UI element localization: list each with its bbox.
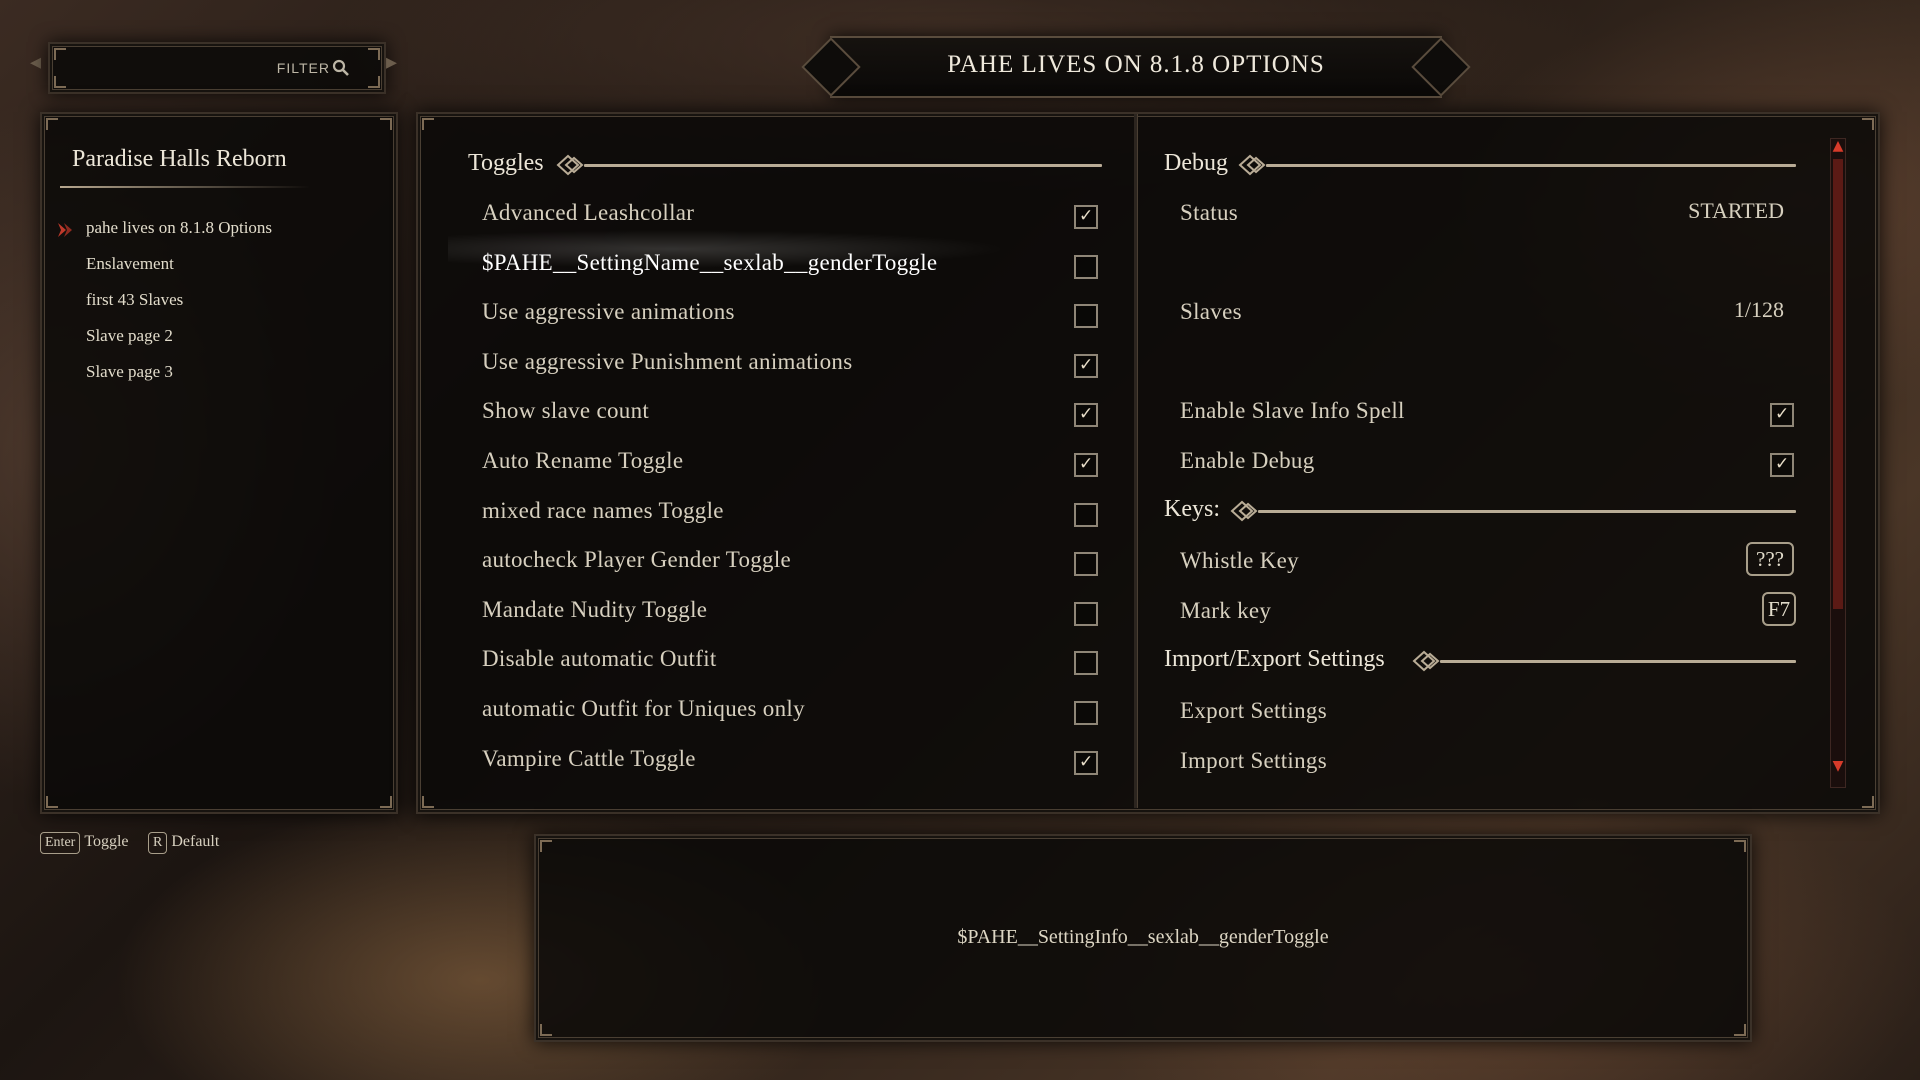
selected-arrow-icon	[58, 223, 72, 237]
toggle-option-label[interactable]: Show slave count	[482, 398, 649, 424]
page-item-slave-page-2[interactable]: Slave page 2	[86, 326, 173, 346]
toggle-option-checkbox[interactable]	[1074, 601, 1098, 626]
mod-list-panel: Paradise Halls Reborn pahe lives on 8.1.…	[40, 112, 398, 814]
toggle-option-label[interactable]: Advanced Leashcollar	[482, 200, 694, 226]
checkmark-icon: ✓	[1079, 454, 1094, 474]
keys-header: Keys:	[1164, 496, 1220, 522]
status-value: STARTED	[1688, 198, 1784, 223]
header-ornament-icon	[1412, 650, 1440, 672]
enable-slave-info-spell-label[interactable]: Enable Slave Info Spell	[1180, 398, 1405, 424]
header-ornament-icon	[556, 154, 584, 176]
page-item-options[interactable]: pahe lives on 8.1.8 Options	[86, 218, 272, 238]
keys-header-line	[1258, 510, 1796, 513]
status-label: Status	[1180, 200, 1239, 225]
toggle-option-label[interactable]: Use aggressive Punishment animations	[482, 349, 852, 375]
header-ornament-icon	[1238, 154, 1266, 176]
import-settings-button[interactable]: Import Settings	[1180, 748, 1327, 774]
toggle-option-checkbox[interactable]: ✓	[1074, 353, 1098, 378]
toggle-option-label[interactable]: Auto Rename Toggle	[482, 448, 683, 474]
page-title: PAHE LIVES ON 8.1.8 OPTIONS	[947, 51, 1325, 78]
mark-key-label[interactable]: Mark key	[1180, 598, 1271, 624]
toggles-header: Toggles	[468, 150, 544, 176]
enable-slave-info-spell-checkbox[interactable]: ✓	[1770, 403, 1794, 427]
checkmark-icon: ✓	[1079, 404, 1094, 425]
toggle-option-label[interactable]: Vampire Cattle Toggle	[482, 746, 696, 772]
info-panel: $PAHE__SettingInfo__sexlab__genderToggle	[534, 834, 1752, 1042]
debug-header-line	[1266, 164, 1796, 167]
toggle-option-label[interactable]: $PAHE__SettingName__sexlab__genderToggle	[482, 250, 937, 276]
mark-key-button[interactable]: F7	[1762, 592, 1796, 626]
toggle-option-label[interactable]: Mandate Nudity Toggle	[482, 597, 707, 623]
scroll-up-arrow-icon[interactable]: ▲	[1828, 138, 1848, 158]
toggle-option-checkbox[interactable]: ✓	[1074, 453, 1098, 477]
filter-label[interactable]: FILTER	[277, 60, 330, 76]
slaves-label: Slaves	[1180, 299, 1242, 324]
checkmark-icon: ✓	[1079, 751, 1094, 772]
hint-r-default: R Default	[148, 832, 219, 854]
whistle-key-button[interactable]: ???	[1746, 542, 1794, 576]
mod-name[interactable]: Paradise Halls Reborn	[72, 146, 287, 173]
filter-left-arrow: ◂	[30, 50, 42, 75]
enable-debug-label[interactable]: Enable Debug	[1180, 448, 1315, 474]
toggle-option-checkbox[interactable]	[1074, 502, 1098, 527]
toggle-option-checkbox[interactable]: ✓	[1074, 205, 1098, 229]
page-item-enslavement[interactable]: Enslavement	[86, 254, 174, 274]
options-panel: Toggles Advanced Leashcollar ✓ $PAHE__Sett…	[416, 112, 1880, 814]
export-settings-button[interactable]: Export Settings	[1180, 698, 1327, 724]
header-ornament-icon	[1230, 500, 1258, 522]
page-item-first-slaves[interactable]: first 43 Slaves	[86, 290, 183, 310]
toggle-option-checkbox[interactable]	[1074, 552, 1098, 577]
enable-debug-checkbox[interactable]: ✓	[1770, 453, 1794, 477]
scrollbar-thumb[interactable]	[1833, 159, 1843, 609]
checkmark-icon: ✓	[1775, 404, 1790, 424]
filter-right-arrow: ▸	[386, 50, 398, 75]
toggle-option-checkbox[interactable]	[1074, 651, 1098, 676]
column-divider	[1134, 114, 1137, 808]
enter-key-icon: Enter	[40, 832, 81, 854]
filter-bar[interactable]: FILTER	[48, 42, 386, 94]
info-text: $PAHE__SettingInfo__sexlab__genderToggle	[957, 926, 1329, 948]
toggle-option-label[interactable]: autocheck Player Gender Toggle	[482, 547, 791, 573]
scrollbar[interactable]	[1830, 138, 1846, 788]
toggle-option-label[interactable]: mixed race names Toggle	[482, 498, 724, 524]
hint-enter-toggle: Enter Toggle	[40, 832, 129, 854]
toggle-option-checkbox[interactable]	[1074, 254, 1098, 279]
r-key-icon: R	[148, 832, 168, 854]
import-export-header: Import/Export Settings	[1164, 646, 1385, 672]
checkmark-icon: ✓	[1079, 354, 1094, 375]
toggles-header-line	[584, 164, 1102, 167]
scroll-down-arrow-icon[interactable]: ▼	[1828, 758, 1848, 778]
title-banner: PAHE LIVES ON 8.1.8 OPTIONS	[830, 36, 1442, 98]
toggle-option-label[interactable]: Disable automatic Outfit	[482, 646, 717, 672]
mod-name-underline	[60, 186, 310, 188]
toggle-option-label[interactable]: Use aggressive animations	[482, 299, 735, 325]
toggle-option-checkbox[interactable]: ✓	[1074, 403, 1098, 428]
hint-default-label: Default	[171, 833, 220, 850]
toggle-option-checkbox[interactable]: ✓	[1074, 750, 1098, 775]
search-icon[interactable]	[332, 59, 350, 77]
debug-header: Debug	[1164, 150, 1228, 176]
whistle-key-label[interactable]: Whistle Key	[1180, 548, 1299, 574]
toggle-option-label[interactable]: automatic Outfit for Uniques only	[482, 696, 805, 722]
toggle-option-checkbox[interactable]	[1074, 701, 1098, 725]
slaves-value: 1/128	[1733, 297, 1784, 322]
page-item-slave-page-3[interactable]: Slave page 3	[86, 362, 173, 382]
checkmark-icon: ✓	[1079, 206, 1094, 226]
import-export-header-line	[1440, 660, 1796, 663]
hint-toggle-label: Toggle	[84, 833, 129, 850]
toggle-option-checkbox[interactable]	[1074, 304, 1098, 329]
checkmark-icon: ✓	[1775, 454, 1790, 474]
